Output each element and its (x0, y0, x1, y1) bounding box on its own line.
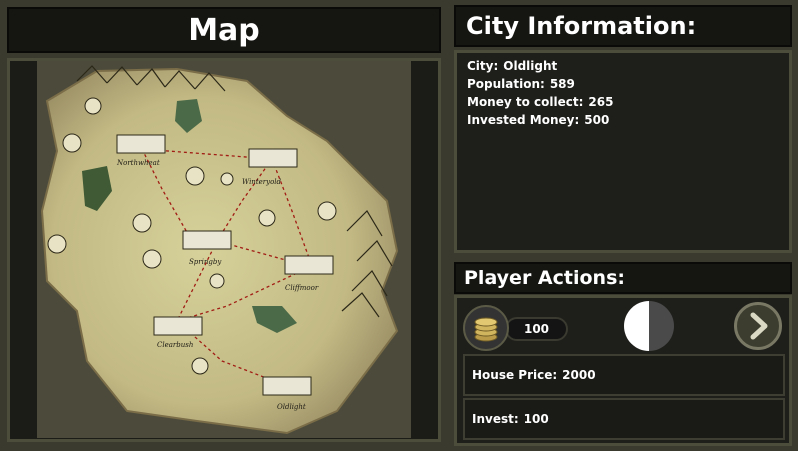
map-title: Map (7, 7, 441, 53)
city-name-value: Oldlight (503, 59, 558, 73)
town-label-oldlight: Oldlight (277, 403, 306, 411)
city-info-title-text: City Information: (466, 12, 697, 40)
next-turn-button[interactable] (734, 302, 782, 350)
town-label-clearbush: Clearbush (157, 341, 193, 349)
money-counter: 100 (505, 317, 568, 341)
invest-button[interactable]: Invest: 100 (463, 398, 785, 440)
town-label-northwheat: Northwheat (116, 159, 160, 167)
money-to-collect-value: 265 (588, 95, 614, 109)
town-label-springby: Springby (189, 258, 222, 266)
house-price-label: House Price: (472, 368, 558, 382)
money-amount: 100 (523, 322, 550, 336)
invested-money-line: Invested Money: 500 (467, 111, 779, 129)
chevron-right-icon (750, 312, 768, 340)
world-map-svg: Northwheat Winteryold Springby Cliffmoor… (37, 61, 411, 438)
player-actions-title-text: Player Actions: (464, 267, 625, 289)
invested-money-value: 500 (584, 113, 610, 127)
invested-money-label: Invested Money: (467, 113, 580, 127)
population-value: 589 (549, 77, 575, 91)
town-northwheat[interactable]: Northwheat (116, 134, 166, 167)
city-name-line: City: Oldlight (467, 57, 779, 75)
house-price-value: 2000 (562, 368, 596, 382)
city-info-title: City Information: (454, 5, 792, 47)
city-name-label: City: (467, 59, 499, 73)
invest-label: Invest: (472, 412, 519, 426)
world-map[interactable]: Northwheat Winteryold Springby Cliffmoor… (37, 61, 411, 438)
invest-value: 100 (523, 412, 549, 426)
collect-coins-button[interactable] (463, 305, 509, 351)
day-night-toggle-icon[interactable] (624, 301, 674, 351)
city-info-panel: City: Oldlight Population: 589 Money to … (454, 50, 792, 253)
population-line: Population: 589 (467, 75, 779, 93)
buy-house-button[interactable]: House Price: 2000 (463, 354, 785, 396)
money-to-collect-label: Money to collect: (467, 95, 584, 109)
population-label: Population: (467, 77, 545, 91)
coins-icon (474, 317, 498, 342)
player-actions-title: Player Actions: (454, 262, 792, 294)
town-label-cliffmoor: Cliffmoor (285, 284, 319, 292)
town-label-winteryold: Winteryold (242, 178, 282, 186)
money-to-collect-line: Money to collect: 265 (467, 93, 779, 111)
map-title-text: Map (188, 12, 260, 48)
